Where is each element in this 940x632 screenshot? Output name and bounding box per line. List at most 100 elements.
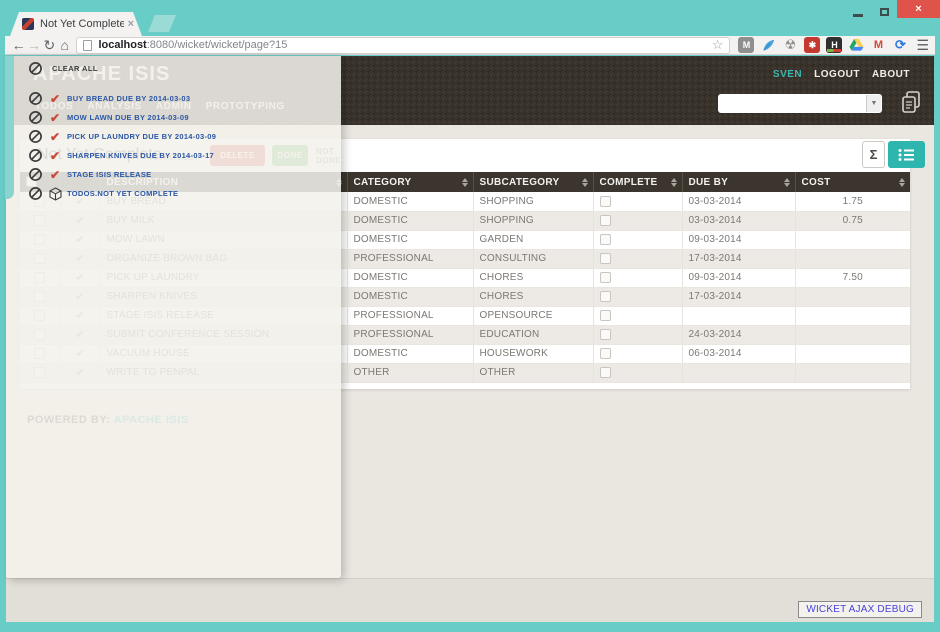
complete-cell	[593, 344, 683, 364]
subcategory-cell: HOUSEWORK	[473, 344, 594, 364]
complete-checkbox[interactable]	[599, 271, 611, 283]
column-header-category[interactable]: CATEGORY	[347, 172, 474, 192]
category-cell: DOMESTIC	[347, 344, 474, 364]
logout-link[interactable]: LOGOUT	[814, 69, 860, 80]
sync-icon[interactable]: ⟳	[892, 37, 908, 53]
favicon-icon	[22, 18, 34, 30]
sort-icon[interactable]	[581, 178, 588, 187]
complete-checkbox[interactable]	[599, 366, 611, 378]
gmail-icon[interactable]: M	[870, 37, 886, 53]
notification: ✔ SHARPEN KNIVES DUE BY 2014-03-17	[28, 146, 216, 165]
radiation-extension-icon[interactable]: ☢	[782, 37, 798, 53]
todo-check-icon: ✔	[49, 167, 61, 182]
extension-m-icon[interactable]: M	[738, 37, 755, 53]
list-view-button[interactable]	[888, 141, 925, 168]
dismiss-icon[interactable]	[28, 110, 43, 125]
column-label: SUBCATEGORY	[479, 176, 560, 188]
cost-cell	[795, 287, 910, 307]
wicket-ajax-debug-link[interactable]: WICKET AJAX DEBUG	[798, 601, 922, 618]
header-select[interactable]: ▼	[718, 94, 882, 113]
dismiss-icon[interactable]	[28, 91, 43, 106]
complete-checkbox[interactable]	[599, 309, 611, 321]
dueby-cell: 17-03-2014	[682, 287, 796, 307]
dismiss-icon[interactable]	[28, 186, 43, 201]
dismiss-icon[interactable]	[28, 148, 43, 163]
message-list: ✔ BUY BREAD DUE BY 2014-03-03 ✔ MOW LAWN…	[28, 89, 216, 203]
complete-checkbox[interactable]	[599, 214, 611, 226]
category-cell: DOMESTIC	[347, 230, 474, 250]
page-content: APACHE ISIS TODOS ANALYSIS ADMIN PROTOTY…	[5, 56, 934, 622]
home-icon[interactable]: ⌂	[57, 36, 72, 54]
side-handle[interactable]	[5, 56, 14, 199]
clear-all-row[interactable]: CLEAR ALL	[28, 61, 98, 76]
cost-cell: 1.75	[795, 192, 910, 212]
notification-link[interactable]: STAGE ISIS RELEASE	[67, 170, 151, 179]
complete-checkbox[interactable]	[599, 252, 611, 264]
chevron-down-icon[interactable]: ▼	[866, 95, 881, 112]
google-drive-icon[interactable]	[848, 37, 864, 53]
page-icon	[83, 39, 93, 51]
dueby-cell: 09-03-2014	[682, 230, 796, 250]
todo-check-icon: ✔	[49, 110, 61, 125]
bookmark-star-icon[interactable]: ☆	[712, 37, 724, 53]
browser-tab[interactable]: Not Yet Complete ×	[10, 12, 142, 36]
dismiss-icon[interactable]	[28, 167, 43, 182]
forward-icon[interactable]: →	[26, 36, 41, 54]
cost-cell	[795, 325, 910, 345]
copy-icon[interactable]	[899, 89, 925, 120]
cost-cell	[795, 306, 910, 326]
notification-link[interactable]: MOW LAWN DUE BY 2014-03-09	[67, 113, 189, 122]
clear-all-label[interactable]: CLEAR ALL	[52, 64, 98, 73]
complete-checkbox[interactable]	[599, 195, 611, 207]
complete-checkbox[interactable]	[599, 328, 611, 340]
notification-link[interactable]: PICK UP LAUNDRY DUE BY 2014-03-09	[67, 132, 216, 141]
cost-cell	[795, 363, 910, 383]
feather-extension-icon[interactable]	[760, 37, 776, 53]
cost-cell	[795, 344, 910, 364]
column-header-complete[interactable]: COMPLETE	[593, 172, 683, 192]
url-host: localhost	[98, 39, 147, 51]
dismiss-all-icon[interactable]	[28, 61, 43, 76]
menu-icon[interactable]: ☰	[916, 37, 929, 54]
subcategory-cell: CHORES	[473, 287, 594, 307]
browser-window: × Not Yet Complete × ← → ↻ ⌂ localhost:8…	[0, 0, 940, 632]
close-window-button[interactable]: ×	[897, 0, 940, 18]
sort-icon[interactable]	[783, 178, 790, 187]
sort-icon[interactable]	[899, 178, 905, 187]
notification: ✔ PICK UP LAUNDRY DUE BY 2014-03-09	[28, 127, 216, 146]
notification-link[interactable]: SHARPEN KNIVES DUE BY 2014-03-17	[67, 151, 214, 160]
reload-icon[interactable]: ↻	[42, 36, 57, 54]
back-icon[interactable]: ←	[11, 36, 26, 54]
notification-link[interactable]: BUY BREAD DUE BY 2014-03-03	[67, 94, 190, 103]
maximize-button[interactable]	[871, 4, 897, 20]
user-link[interactable]: SVEN	[773, 69, 802, 80]
h-color-bar	[827, 49, 842, 52]
column-label: COST	[801, 176, 831, 188]
asterisk-extension-icon[interactable]: ✱	[804, 37, 821, 53]
sort-icon[interactable]	[670, 178, 677, 187]
complete-cell	[593, 287, 683, 307]
complete-checkbox[interactable]	[599, 290, 611, 302]
column-header-dueby[interactable]: DUE BY	[682, 172, 796, 192]
dismiss-icon[interactable]	[28, 129, 43, 144]
h-extension-icon[interactable]: H	[826, 37, 843, 53]
todo-check-icon: ✔	[49, 91, 61, 106]
cost-cell: 7.50	[795, 268, 910, 288]
summary-view-button[interactable]: Σ	[862, 141, 885, 168]
new-tab-button[interactable]	[148, 15, 176, 32]
subcategory-cell: OPENSOURCE	[473, 306, 594, 326]
notification-link[interactable]: TODOS.NOT YET COMPLETE	[67, 189, 178, 198]
category-cell: DOMESTIC	[347, 268, 474, 288]
column-header-subcategory[interactable]: SUBCATEGORY	[473, 172, 594, 192]
about-link[interactable]: ABOUT	[872, 69, 910, 80]
sort-icon[interactable]	[461, 178, 468, 187]
minimize-button[interactable]	[845, 4, 871, 20]
complete-checkbox[interactable]	[599, 233, 611, 245]
column-header-cost[interactable]: COST	[795, 172, 910, 192]
complete-checkbox[interactable]	[599, 347, 611, 359]
address-bar[interactable]: localhost:8080/wicket/wicket/page?15 ☆	[76, 36, 731, 54]
dueby-cell: 24-03-2014	[682, 325, 796, 345]
tab-close-icon[interactable]: ×	[128, 18, 134, 30]
extension-icons: M ☢ ✱ H M ⟳	[738, 37, 908, 53]
dueby-cell	[682, 306, 796, 326]
